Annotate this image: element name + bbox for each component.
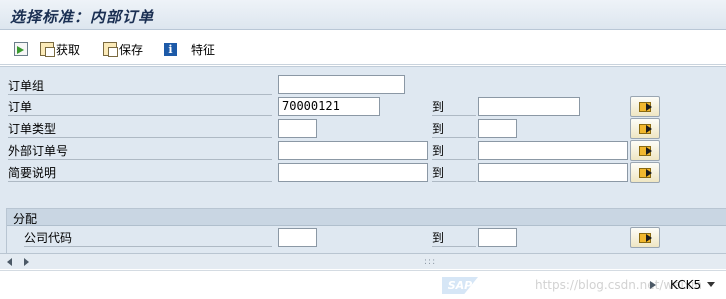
info-button[interactable]: i bbox=[164, 40, 179, 58]
application-toolbar: 获取 保存 i 特征 bbox=[0, 31, 726, 65]
chevron-down-icon[interactable] bbox=[707, 282, 715, 287]
external-order-from-input[interactable] bbox=[278, 141, 428, 160]
save-variant-button[interactable]: 保存 bbox=[103, 40, 143, 58]
external-order-multiple-selection-button[interactable] bbox=[630, 140, 660, 161]
selection-screen: 订单组 订单 70000121 到 订单类型 到 外部订单号 到 简要说明 到 … bbox=[0, 66, 726, 256]
label-underline bbox=[432, 115, 476, 116]
short-text-from-input[interactable] bbox=[278, 163, 428, 182]
to-label: 到 bbox=[432, 144, 445, 158]
execute-button[interactable] bbox=[14, 40, 30, 58]
to-label: 到 bbox=[432, 122, 445, 136]
title-bar: 选择标准：内部订单 bbox=[0, 0, 726, 30]
field-label-order-group: 订单组 bbox=[8, 79, 45, 93]
scroll-grip-icon[interactable]: ::: bbox=[424, 257, 436, 267]
status-bar: SAP https://blog.csdn.net/weixin KCK5 bbox=[0, 270, 726, 299]
label-underline bbox=[24, 246, 272, 247]
order-type-to-input[interactable] bbox=[478, 119, 517, 138]
scroll-right-icon[interactable] bbox=[24, 258, 29, 266]
label-underline bbox=[8, 181, 272, 182]
company-code-to-input[interactable] bbox=[478, 228, 517, 247]
order-to-input[interactable] bbox=[478, 97, 580, 116]
company-code-multiple-selection-button[interactable] bbox=[630, 227, 660, 248]
short-text-to-input[interactable] bbox=[478, 163, 628, 182]
field-label-order-type: 订单类型 bbox=[8, 122, 57, 136]
short-text-multiple-selection-button[interactable] bbox=[630, 162, 660, 183]
label-underline bbox=[432, 137, 476, 138]
label-underline bbox=[432, 181, 476, 182]
get-variant-label: 获取 bbox=[56, 42, 81, 57]
transaction-code: KCK5 bbox=[670, 278, 702, 292]
label-underline bbox=[8, 115, 272, 116]
order-type-from-input[interactable] bbox=[278, 119, 317, 138]
to-label: 到 bbox=[432, 100, 445, 114]
save-variant-icon bbox=[103, 42, 118, 57]
page-title: 选择标准：内部订单 bbox=[10, 8, 155, 26]
attributes-label: 特征 bbox=[191, 42, 216, 57]
order-group-input[interactable] bbox=[278, 75, 405, 94]
external-order-to-input[interactable] bbox=[478, 141, 628, 160]
sap-logo: SAP bbox=[442, 277, 478, 294]
scroll-left-icon[interactable] bbox=[7, 258, 12, 266]
assignment-group: 分配 bbox=[6, 208, 726, 256]
assignment-group-header: 分配 bbox=[7, 209, 726, 226]
field-label-external-order-no: 外部订单号 bbox=[8, 144, 69, 158]
label-underline bbox=[432, 159, 476, 160]
field-label-company-code: 公司代码 bbox=[24, 231, 73, 245]
company-code-from-input[interactable] bbox=[278, 228, 317, 247]
field-label-order: 订单 bbox=[8, 100, 33, 114]
label-underline bbox=[8, 137, 272, 138]
execute-icon bbox=[14, 42, 28, 56]
save-variant-label: 保存 bbox=[119, 42, 144, 57]
get-variant-icon bbox=[40, 42, 55, 57]
label-underline bbox=[432, 246, 476, 247]
to-label: 到 bbox=[432, 166, 445, 180]
get-variant-button[interactable]: 获取 bbox=[40, 40, 80, 58]
play-icon[interactable] bbox=[650, 281, 656, 289]
attributes-button[interactable]: 特征 bbox=[191, 40, 215, 58]
order-from-input[interactable]: 70000121 bbox=[278, 97, 380, 116]
field-label-short-text: 简要说明 bbox=[8, 166, 57, 180]
order-type-multiple-selection-button[interactable] bbox=[630, 118, 660, 139]
info-icon: i bbox=[164, 42, 177, 56]
horizontal-scrollbar[interactable]: ::: bbox=[0, 253, 726, 269]
to-label: 到 bbox=[432, 231, 445, 245]
label-underline bbox=[8, 94, 272, 95]
label-underline bbox=[8, 159, 272, 160]
assignment-group-title: 分配 bbox=[13, 212, 38, 226]
order-multiple-selection-button[interactable] bbox=[630, 96, 660, 117]
